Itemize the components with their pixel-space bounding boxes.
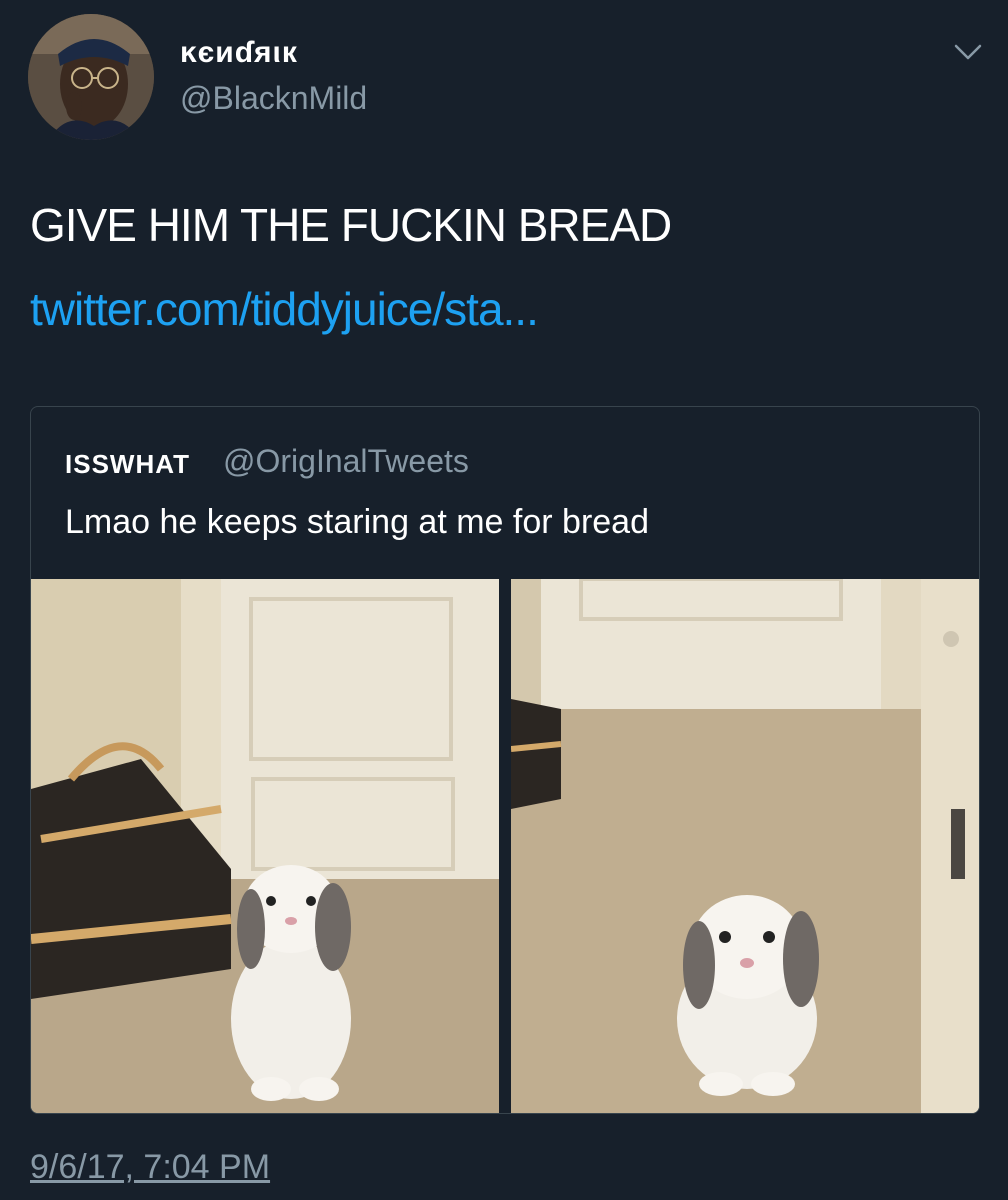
author-display-name[interactable]: ĸєиɗяιк <box>180 36 298 70</box>
quoted-tweet-text: Lmao he keeps staring at me for bread <box>65 503 649 541</box>
media-photo-2[interactable] <box>511 579 979 1113</box>
avatar-photo <box>28 14 154 140</box>
rabbit-photo-left <box>31 579 499 1113</box>
quoted-author-name: ISSWHAT <box>65 449 190 479</box>
tweet-timestamp[interactable]: 9/6/17, 7:04 PM <box>30 1148 270 1187</box>
media-photo-1[interactable] <box>31 579 499 1113</box>
author-handle[interactable]: @BlacknMild <box>180 80 367 117</box>
tweet-view: ĸєиɗяιк @BlacknMild GIVE HIM THE FUCKIN … <box>0 0 1008 1200</box>
quoted-tweet[interactable]: ISSWHAT @OrigInalTweets Lmao he keeps st… <box>30 406 980 1114</box>
chevron-down-icon[interactable] <box>950 40 986 64</box>
tweet-text: GIVE HIM THE FUCKIN BREAD <box>30 199 672 251</box>
quoted-author-handle: @OrigInalTweets <box>223 443 469 479</box>
rabbit-photo-right <box>511 579 979 1113</box>
tweet-link[interactable]: twitter.com/tiddyjuice/sta... <box>30 282 539 336</box>
avatar[interactable] <box>28 14 154 140</box>
